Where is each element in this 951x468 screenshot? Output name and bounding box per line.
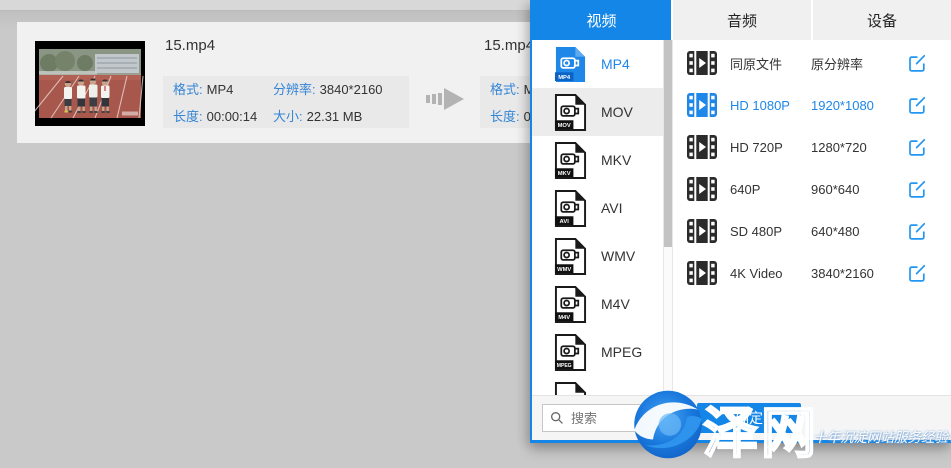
preset-row-720p[interactable]: HD 720P 1280*720 — [673, 126, 951, 168]
avi-file-icon: AVI — [554, 189, 587, 228]
format-item-avi[interactable]: AVI AVI — [532, 184, 663, 232]
format-item-label: MOV — [601, 104, 633, 120]
format-item-label: WMV — [601, 248, 635, 264]
preset-name: HD 720P — [730, 140, 811, 155]
scrollbar-thumb[interactable] — [664, 40, 672, 247]
preset-row-4k[interactable]: 4K Video 3840*2160 — [673, 252, 951, 294]
tab-video[interactable]: 视频 — [532, 0, 671, 40]
format-item-m4v[interactable]: M4V M4V — [532, 280, 663, 328]
partial-file-icon — [554, 381, 587, 397]
mov-file-icon: MOV — [554, 93, 587, 132]
resolution-label: 分辨率: — [273, 82, 316, 97]
output-format-label: 格式: — [490, 82, 520, 97]
mpeg-file-icon: MPEG — [554, 333, 587, 372]
preset-list: 同原文件 原分辨率 HD 1080P 1920*1080 — [673, 40, 951, 396]
edit-icon[interactable] — [907, 221, 927, 241]
panel-footer: 确定 — [532, 395, 951, 440]
preset-name: HD 1080P — [730, 98, 811, 113]
edit-icon[interactable] — [907, 95, 927, 115]
svg-text:MPEG: MPEG — [557, 362, 572, 368]
preset-resolution: 原分辨率 — [811, 54, 907, 73]
output-file-title: 15.mp4 — [484, 37, 534, 54]
search-box[interactable] — [542, 404, 668, 432]
edit-icon[interactable] — [907, 179, 927, 199]
output-duration-label: 长度: — [490, 109, 520, 124]
panel-tabs: 视频 音频 设备 — [532, 0, 951, 40]
file-info-box: 格式: MP4 分辨率: 3840*2160 长度: 00:00:14 大小: 22.3… — [163, 76, 409, 128]
size-label: 大小: — [273, 109, 303, 124]
size-pair: 大小: 22.31 MB — [273, 106, 409, 125]
preset-resolution: 640*480 — [811, 224, 907, 239]
format-item-label: MPEG — [601, 344, 642, 360]
film-icon — [687, 177, 717, 201]
svg-text:WMV: WMV — [557, 266, 571, 272]
svg-text:MP4: MP4 — [558, 74, 571, 80]
edit-icon[interactable] — [907, 53, 927, 73]
preset-row-1080p[interactable]: HD 1080P 1920*1080 — [673, 84, 951, 126]
video-converter-window: { "accent_color": "#1486e8", "selected_b… — [0, 0, 951, 463]
video-thumbnail[interactable] — [35, 41, 145, 126]
preset-name: 640P — [730, 182, 811, 197]
preset-row-480p[interactable]: SD 480P 640*480 — [673, 210, 951, 252]
size-value: 22.31 MB — [307, 109, 363, 124]
preset-resolution: 3840*2160 — [811, 266, 907, 281]
format-value: MP4 — [207, 82, 234, 97]
duration-label: 长度: — [173, 109, 203, 124]
format-picker-panel: 视频 音频 设备 MP4 MP4 — [530, 0, 951, 443]
confirm-button[interactable]: 确定 — [697, 403, 801, 433]
format-pair: 格式: MP4 — [173, 79, 273, 98]
convert-arrow-icon — [426, 86, 466, 112]
edit-icon[interactable] — [907, 263, 927, 283]
format-item-mp4[interactable]: MP4 MP4 — [532, 40, 663, 88]
tab-audio[interactable]: 音频 — [673, 0, 811, 40]
m4v-file-icon: M4V — [554, 285, 587, 324]
tab-device[interactable]: 设备 — [813, 0, 951, 40]
wmv-file-icon: WMV — [554, 237, 587, 276]
format-item-label: MKV — [601, 152, 631, 168]
mp4-file-icon: MP4 — [554, 45, 587, 84]
format-item-wmv[interactable]: WMV WMV — [532, 232, 663, 280]
preset-name: 4K Video — [730, 266, 811, 281]
preset-row-640p[interactable]: 640P 960*640 — [673, 168, 951, 210]
film-icon — [687, 219, 717, 243]
svg-text:AVI: AVI — [560, 218, 570, 224]
mkv-file-icon: MKV — [554, 141, 587, 180]
format-sidebar: MP4 MP4 MOV MOV — [532, 40, 663, 396]
format-item-mkv[interactable]: MKV MKV — [532, 136, 663, 184]
preset-resolution: 1280*720 — [811, 140, 907, 155]
preset-name: 同原文件 — [730, 54, 811, 73]
format-item-label: AVI — [601, 200, 623, 216]
sidebar-scrollbar[interactable] — [663, 40, 673, 396]
film-icon — [687, 93, 717, 117]
duration-pair: 长度: 00:00:14 — [173, 106, 273, 125]
preset-resolution: 1920*1080 — [811, 98, 907, 113]
format-item-partial[interactable] — [532, 376, 663, 396]
format-label: 格式: — [173, 82, 203, 97]
format-item-mov[interactable]: MOV MOV — [532, 88, 663, 136]
format-item-label: M4V — [601, 296, 630, 312]
duration-value: 00:00:14 — [207, 109, 258, 124]
search-input[interactable] — [569, 410, 658, 427]
thumbnail-image — [35, 41, 145, 126]
format-item-mpeg[interactable]: MPEG MPEG — [532, 328, 663, 376]
panel-body: MP4 MP4 MOV MOV — [532, 40, 951, 396]
search-icon — [550, 411, 564, 425]
svg-text:MKV: MKV — [558, 170, 571, 176]
film-icon — [687, 51, 717, 75]
format-item-label: MP4 — [601, 56, 630, 72]
svg-text:MOV: MOV — [558, 122, 571, 128]
film-icon — [687, 135, 717, 159]
resolution-value: 3840*2160 — [320, 82, 383, 97]
preset-name: SD 480P — [730, 224, 811, 239]
svg-text:M4V: M4V — [558, 314, 570, 320]
edit-icon[interactable] — [907, 137, 927, 157]
file-title: 15.mp4 — [165, 37, 215, 54]
resolution-pair: 分辨率: 3840*2160 — [273, 79, 409, 98]
preset-resolution: 960*640 — [811, 182, 907, 197]
film-icon — [687, 261, 717, 285]
preset-row-original[interactable]: 同原文件 原分辨率 — [673, 42, 951, 84]
